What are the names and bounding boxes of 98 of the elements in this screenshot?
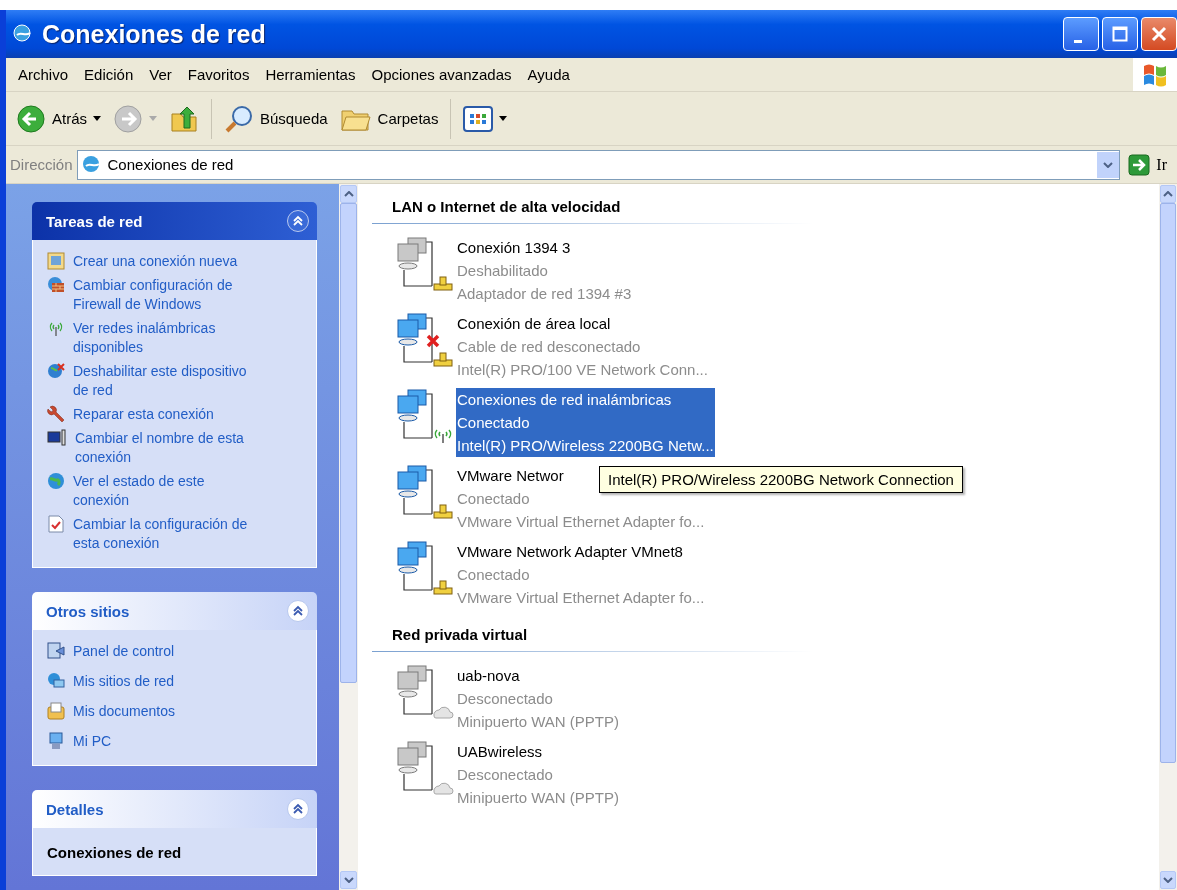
device-name: Intel(R) PRO/Wireless 2200BG Netw... — [457, 436, 714, 456]
group-heading: LAN o Internet de alta velocidad — [372, 190, 812, 224]
maximize-button[interactable] — [1102, 17, 1138, 51]
scroll-down-button[interactable] — [1160, 871, 1176, 889]
menu-item[interactable]: Archivo — [10, 66, 77, 83]
device-name: Minipuerto WAN (PPTP) — [457, 712, 619, 732]
chevron-up-icon — [343, 191, 354, 197]
folder-document-icon — [47, 702, 65, 720]
window-title: Conexiones de red — [42, 19, 266, 49]
double-chevron-up-icon — [292, 803, 304, 815]
details-title: Conexiones de red — [47, 843, 183, 861]
tooltip: Intel(R) PRO/Wireless 2200BG Network Connection — [599, 466, 963, 493]
go-button[interactable]: Ir — [1124, 153, 1173, 176]
task-link[interactable]: Cambiar la configuración de esta conexión — [47, 515, 304, 553]
connection-name[interactable]: UABwireless — [457, 740, 619, 763]
connection-status: Desconectado — [457, 689, 554, 709]
connection-name[interactable]: Conexiones de red inalámbricas — [457, 388, 714, 411]
device-name: VMware Virtual Ethernet Adapter fo... — [457, 512, 705, 532]
caret-icon — [93, 116, 101, 121]
connection-status: Cable de red desconectado — [457, 337, 642, 357]
task-link[interactable]: Panel de control — [47, 642, 304, 661]
wrench-icon — [47, 405, 65, 423]
address-field[interactable]: Conexiones de red — [76, 149, 1121, 180]
device-name: Minipuerto WAN (PPTP) — [457, 788, 619, 808]
connection-name[interactable]: Conexión 1394 3 — [457, 236, 632, 259]
connection-status: Conectado — [457, 565, 531, 585]
connection-status: Desconectado — [457, 765, 554, 785]
connection-name[interactable]: uab-nova — [457, 664, 619, 687]
panel-title: Otros sitios — [46, 602, 130, 620]
minimize-button[interactable] — [1063, 17, 1099, 51]
collapse-button[interactable] — [287, 798, 309, 820]
globe-icon — [47, 472, 65, 490]
window-icon — [47, 252, 65, 270]
menu-item[interactable]: Opciones avanzadas — [363, 66, 520, 83]
menu-item[interactable]: Edición — [76, 66, 142, 83]
maximize-icon — [1112, 26, 1128, 42]
address-label: Dirección — [10, 156, 73, 173]
device-name: VMware Virtual Ethernet Adapter fo... — [457, 588, 705, 608]
double-chevron-up-icon — [292, 215, 304, 227]
task-link[interactable]: Mis sitios de red — [47, 672, 304, 691]
scrollbar[interactable] — [339, 184, 358, 890]
chevron-down-icon — [1163, 877, 1173, 883]
folders-button[interactable]: Carpetas — [335, 102, 443, 135]
task-link[interactable]: Mi PC — [47, 732, 304, 751]
scrollbar[interactable] — [1159, 184, 1177, 890]
close-button[interactable] — [1141, 17, 1177, 51]
menu-item[interactable]: Ver — [141, 66, 180, 83]
task-link[interactable]: Ver redes inalámbricas disponibles — [47, 319, 304, 357]
chevron-down-icon — [1103, 161, 1114, 168]
scroll-up-button[interactable] — [1160, 185, 1176, 203]
task-link[interactable]: Ver el estado de este conexión — [47, 472, 304, 510]
scroll-thumb[interactable] — [340, 203, 357, 683]
task-link[interactable]: Crear una conexión nueva — [47, 252, 304, 271]
scroll-up-button[interactable] — [340, 185, 357, 203]
menu-item[interactable]: Favoritos — [179, 66, 258, 83]
group-heading: Red privada virtual — [372, 618, 812, 652]
four-color-flag-icon — [1142, 62, 1168, 87]
task-link[interactable]: Cambiar el nombre de esta conexión — [47, 429, 304, 467]
task-link[interactable]: Deshabilitar este dispositivo de red — [47, 362, 304, 400]
device-name: Adaptador de red 1394 #3 — [457, 284, 632, 304]
chevron-up-icon — [1163, 191, 1173, 197]
collapse-button[interactable] — [287, 600, 309, 622]
menu-item[interactable]: Herramientas — [257, 66, 364, 83]
search-icon — [224, 103, 254, 134]
connection-status: Deshabilitado — [457, 261, 549, 281]
collapse-button[interactable] — [287, 210, 309, 232]
search-button[interactable]: Búsqueda — [220, 101, 332, 136]
computer-icon — [47, 732, 65, 750]
caret-icon — [149, 116, 157, 121]
close-icon — [1151, 26, 1167, 42]
task-link[interactable]: Reparar esta conexión — [47, 405, 304, 424]
dropdown-button[interactable] — [1097, 151, 1120, 178]
device-name: Intel(R) PRO/100 VE Network Conn... — [457, 360, 708, 380]
panel-title: Detalles — [46, 800, 104, 818]
network-globe-icon — [47, 672, 65, 690]
brick-wall-globe-icon — [47, 276, 65, 294]
task-link[interactable]: Mis documentos — [47, 702, 304, 721]
network-folder-icon — [12, 23, 34, 45]
connection-name[interactable]: VMware Network Adapter VMnet8 — [457, 540, 705, 563]
scroll-down-button[interactable] — [340, 871, 357, 889]
connection-name[interactable]: Conexión de área local — [457, 312, 708, 335]
panel-title: Tareas de red — [46, 212, 143, 230]
chevron-down-icon — [343, 877, 354, 883]
globe-x-icon — [47, 362, 65, 380]
connection-status: Conectado — [457, 413, 531, 433]
network-folder-icon — [81, 154, 102, 175]
task-link[interactable]: Cambiar configuración de Firewall de Windows — [47, 276, 304, 314]
caret-icon — [499, 116, 508, 121]
computer-rename-icon — [47, 429, 67, 447]
back-button[interactable]: Atrás — [12, 101, 105, 136]
control-panel-icon — [47, 642, 65, 660]
minimize-icon — [1074, 39, 1082, 43]
menu-item[interactable]: Ayuda — [519, 66, 578, 83]
double-chevron-up-icon — [292, 605, 304, 617]
scroll-thumb[interactable] — [1160, 203, 1176, 763]
view-grid-icon — [463, 105, 494, 132]
checked-document-icon — [47, 515, 65, 533]
connection-status: Conectado — [457, 489, 531, 509]
